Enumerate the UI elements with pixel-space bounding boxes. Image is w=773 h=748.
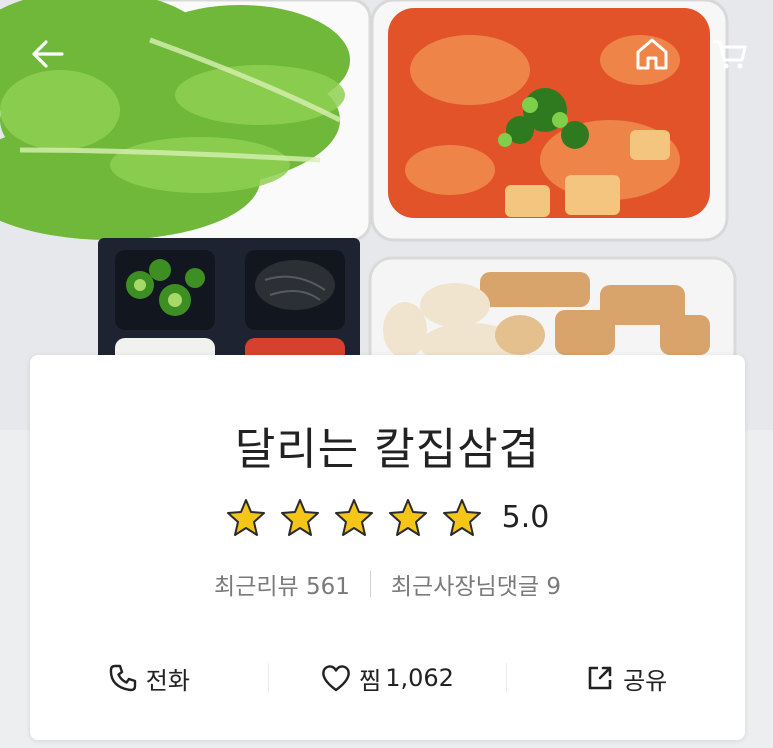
call-label: 전화 <box>145 666 190 695</box>
recent-reviews-count: 561 <box>305 574 350 600</box>
owner-replies-label: 최근사장님댓글 <box>390 574 540 600</box>
cart-icon <box>712 40 747 69</box>
action-bar: 전화 찜 1,062 공유 <box>30 655 745 701</box>
like-count: 1,062 <box>385 664 454 692</box>
review-meta: 최근리뷰 561 최근사장님댓글 9 <box>30 567 745 601</box>
share-icon <box>585 663 615 693</box>
like-button[interactable]: 찜 1,062 <box>269 661 507 696</box>
recent-reviews-label: 최근리뷰 <box>214 574 299 600</box>
back-button[interactable] <box>28 36 68 72</box>
home-button[interactable] <box>632 34 672 74</box>
arrow-left-icon <box>32 40 64 68</box>
like-label: 찜 <box>359 666 382 695</box>
store-rating: 5.0 <box>30 498 745 536</box>
heart-icon <box>321 663 351 693</box>
owner-replies-link[interactable]: 최근사장님댓글 9 <box>391 567 561 601</box>
rating-value: 5.0 <box>501 499 550 535</box>
store-name: 달리는 칼집삼겹 <box>234 424 541 475</box>
meta-divider <box>369 571 371 597</box>
cart-button[interactable] <box>710 34 750 74</box>
star-icon <box>280 499 319 536</box>
recent-reviews-link[interactable]: 최근리뷰 561 <box>214 567 350 601</box>
share-label: 공유 <box>623 666 668 695</box>
share-button[interactable]: 공유 <box>507 661 745 696</box>
owner-replies-count: 9 <box>546 574 561 600</box>
rating-stars <box>226 498 482 536</box>
phone-icon <box>108 663 138 693</box>
star-icon <box>442 499 481 536</box>
star-icon <box>334 499 373 536</box>
star-icon <box>226 499 265 536</box>
store-info-card: 달리는 칼집삼겹 5.0 최근리뷰 561 최근사장님댓글 9 전화 찜 1,0… <box>30 355 745 740</box>
call-button[interactable]: 전화 <box>30 661 268 696</box>
star-icon <box>388 499 427 536</box>
home-icon <box>636 38 668 70</box>
